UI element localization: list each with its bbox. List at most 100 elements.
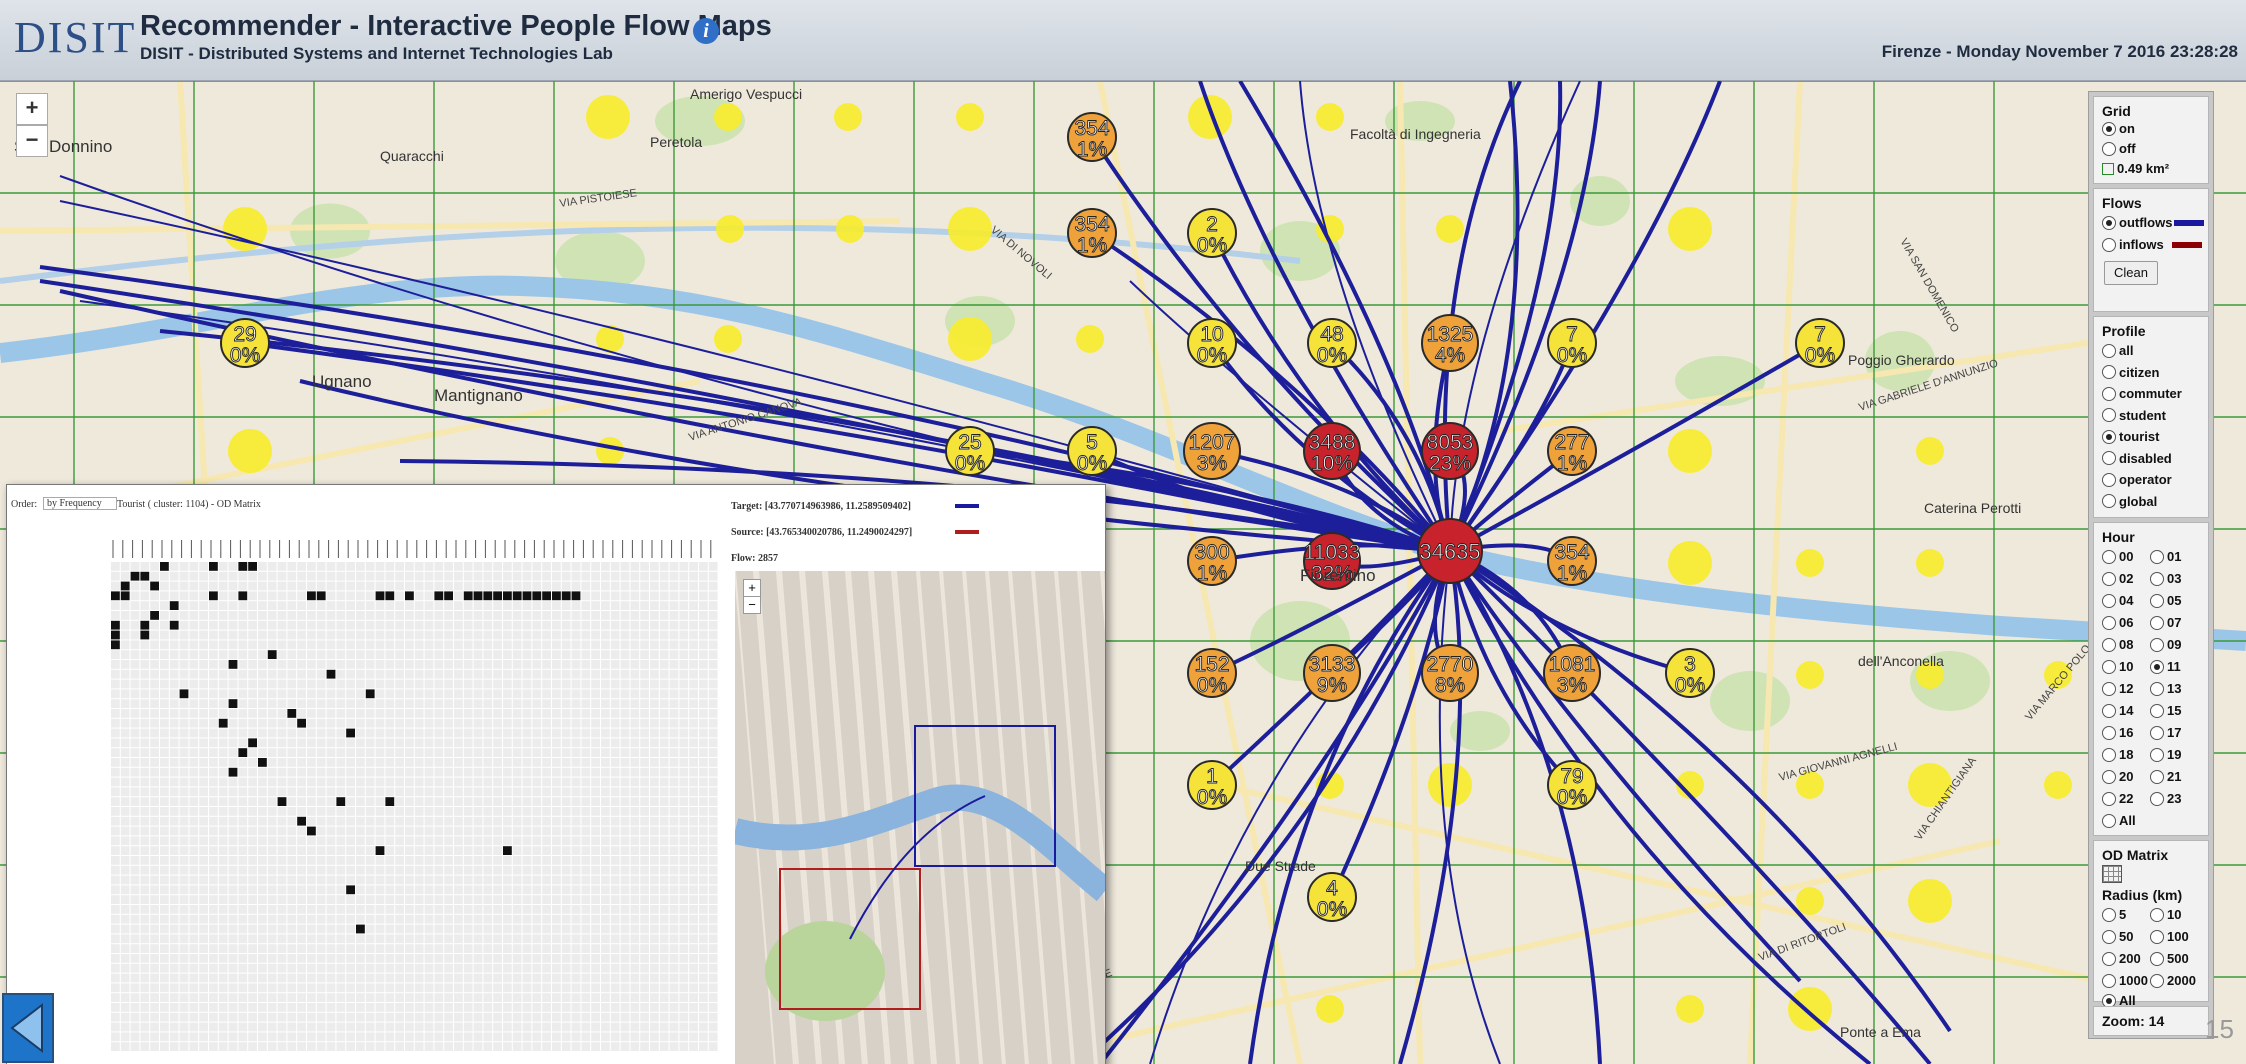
matrix-cell[interactable]: [424, 669, 434, 679]
matrix-cell[interactable]: [120, 993, 130, 1002]
matrix-cell[interactable]: [307, 934, 316, 944]
matrix-cell[interactable]: [150, 1032, 159, 1042]
matrix-cell[interactable]: [375, 993, 385, 1002]
matrix-cell[interactable]: [287, 1022, 297, 1032]
matrix-cell[interactable]: [395, 767, 404, 777]
matrix-cell[interactable]: [150, 738, 159, 748]
matrix-cell[interactable]: [650, 650, 659, 659]
matrix-cell[interactable]: [316, 875, 326, 885]
matrix-cell[interactable]: [140, 581, 150, 591]
matrix-cell[interactable]: [708, 601, 718, 610]
matrix-cell[interactable]: [228, 856, 238, 865]
matrix-cell[interactable]: [620, 767, 630, 777]
matrix-cell[interactable]: [434, 767, 444, 777]
matrix-cell[interactable]: [689, 836, 698, 846]
matrix-cell[interactable]: [542, 856, 551, 865]
matrix-cell[interactable]: [708, 865, 718, 875]
matrix-cell[interactable]: [659, 973, 669, 983]
matrix-cell[interactable]: [503, 630, 512, 640]
matrix-cell[interactable]: [581, 601, 591, 610]
matrix-cell[interactable]: [238, 914, 248, 924]
matrix-cell[interactable]: [267, 983, 277, 993]
matrix-cell[interactable]: [522, 601, 532, 610]
matrix-cell[interactable]: [699, 728, 708, 738]
matrix-cell[interactable]: [336, 611, 346, 620]
matrix-cell[interactable]: [228, 846, 238, 855]
matrix-cell[interactable]: [483, 885, 493, 895]
matrix-cell[interactable]: [120, 797, 130, 806]
matrix-cell[interactable]: [669, 787, 679, 797]
matrix-cell[interactable]: [483, 954, 493, 963]
matrix-cell[interactable]: [581, 669, 591, 679]
matrix-cell[interactable]: [424, 944, 434, 953]
matrix-cell[interactable]: [620, 640, 630, 650]
matrix-cell[interactable]: [571, 895, 581, 904]
matrix-cell[interactable]: [630, 885, 640, 895]
matrix-cell[interactable]: [140, 611, 150, 620]
matrix-cell[interactable]: [561, 1003, 571, 1012]
matrix-cell[interactable]: [189, 611, 199, 620]
matrix-cell[interactable]: [434, 571, 444, 581]
matrix-cell[interactable]: [316, 1022, 326, 1032]
outflow-line[interactable]: [1448, 549, 1932, 1064]
matrix-cell[interactable]: [532, 758, 542, 767]
matrix-cell[interactable]: [169, 1032, 179, 1042]
matrix-cell[interactable]: [267, 885, 277, 895]
matrix-cell[interactable]: [267, 709, 277, 718]
matrix-cell[interactable]: [287, 669, 297, 679]
matrix-cell[interactable]: [238, 836, 248, 846]
matrix-cell[interactable]: [375, 885, 385, 895]
matrix-cell[interactable]: [179, 660, 189, 669]
matrix-cell[interactable]: [189, 856, 199, 865]
matrix-cell[interactable]: [130, 856, 140, 865]
matrix-cell[interactable]: [610, 728, 620, 738]
matrix-cell[interactable]: [326, 924, 336, 934]
matrix-cell[interactable]: [130, 591, 140, 601]
matrix-cell[interactable]: [111, 983, 120, 993]
matrix-cell[interactable]: [130, 718, 140, 728]
matrix-cell[interactable]: [316, 797, 326, 806]
matrix-cell-filled[interactable]: [444, 591, 453, 601]
matrix-cell[interactable]: [512, 954, 522, 963]
empty-cell-marker[interactable]: [948, 317, 992, 361]
matrix-cell[interactable]: [620, 816, 630, 826]
matrix-cell[interactable]: [209, 689, 218, 699]
matrix-cell[interactable]: [650, 954, 659, 963]
matrix-cell-filled[interactable]: [287, 709, 297, 718]
matrix-cell[interactable]: [630, 748, 640, 757]
matrix-cell[interactable]: [473, 895, 483, 904]
matrix-cell[interactable]: [610, 709, 620, 718]
matrix-cell[interactable]: [316, 1012, 326, 1022]
matrix-cell[interactable]: [150, 816, 159, 826]
matrix-cell[interactable]: [189, 826, 199, 836]
matrix-cell[interactable]: [444, 1032, 453, 1042]
matrix-cell[interactable]: [689, 816, 698, 826]
matrix-cell[interactable]: [542, 689, 551, 699]
matrix-cell[interactable]: [385, 1032, 395, 1042]
matrix-cell[interactable]: [238, 816, 248, 826]
matrix-cell[interactable]: [444, 630, 453, 640]
matrix-cell-filled[interactable]: [150, 611, 159, 620]
matrix-cell[interactable]: [405, 601, 414, 610]
matrix-cell[interactable]: [307, 944, 316, 953]
matrix-cell[interactable]: [561, 738, 571, 748]
matrix-cell[interactable]: [561, 620, 571, 630]
matrix-cell[interactable]: [601, 846, 610, 855]
matrix-cell[interactable]: [454, 748, 463, 757]
matrix-cell[interactable]: [434, 709, 444, 718]
matrix-cell[interactable]: [130, 767, 140, 777]
matrix-cell[interactable]: [111, 650, 120, 659]
matrix-cell[interactable]: [473, 718, 483, 728]
matrix-cell[interactable]: [199, 914, 208, 924]
matrix-cell[interactable]: [620, 954, 630, 963]
matrix-cell[interactable]: [248, 650, 257, 659]
matrix-cell[interactable]: [552, 669, 561, 679]
matrix-cell[interactable]: [160, 905, 169, 914]
matrix-cell[interactable]: [571, 807, 581, 816]
matrix-cell[interactable]: [238, 1012, 248, 1022]
empty-cell-marker[interactable]: [1796, 549, 1824, 577]
matrix-cell[interactable]: [414, 826, 424, 836]
matrix-cell[interactable]: [218, 611, 228, 620]
matrix-cell[interactable]: [326, 836, 336, 846]
matrix-cell[interactable]: [542, 905, 551, 914]
